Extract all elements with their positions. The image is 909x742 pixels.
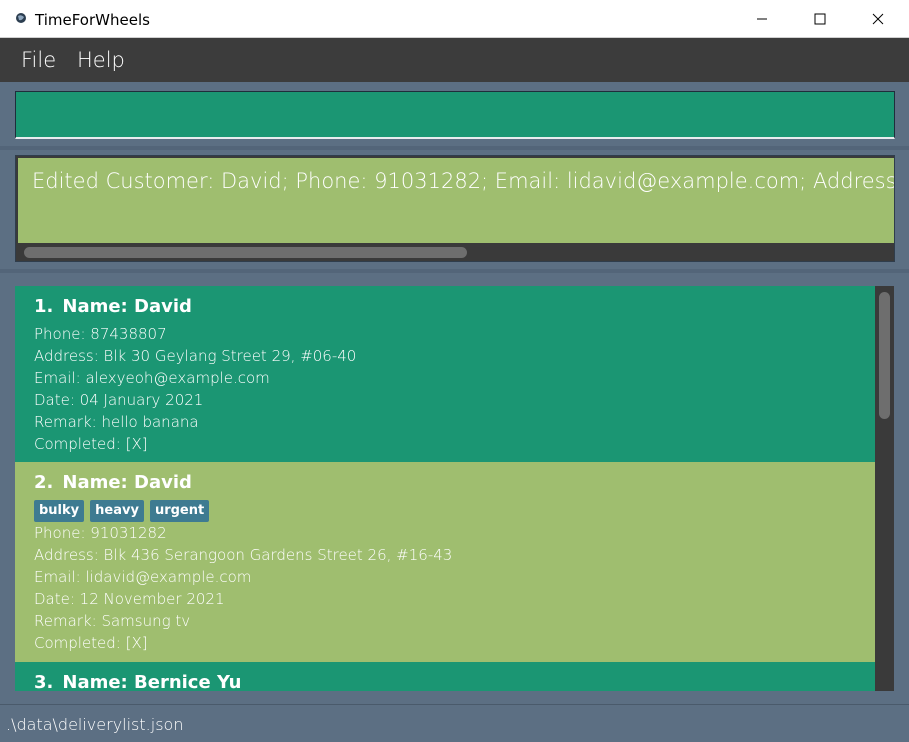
- close-icon: [872, 13, 884, 25]
- title-bar: TimeForWheels: [0, 0, 909, 38]
- card-completed: Completed: [X]: [34, 435, 148, 453]
- card-phone: Phone: 87438807: [34, 325, 167, 343]
- card-address: Address: Blk 436 Serangoon Gardens Stree…: [34, 546, 453, 564]
- tag-badge: bulky: [34, 500, 85, 522]
- minimize-icon: [757, 18, 767, 20]
- horizontal-scroll-thumb[interactable]: [24, 247, 467, 258]
- card-phone: Phone: 91031282: [34, 524, 167, 542]
- card-completed: Completed: [X]: [34, 634, 148, 652]
- card-date: Date: 12 November 2021: [34, 590, 225, 608]
- list-item[interactable]: 2. Name: David bulky heavy urgent Phone: …: [15, 462, 875, 662]
- card-email: Email: lidavid@example.com: [34, 568, 252, 586]
- close-button[interactable]: [849, 0, 907, 38]
- card-remark: Remark: hello banana: [34, 413, 199, 431]
- menu-file[interactable]: File: [21, 48, 56, 72]
- card-name: Name: David: [62, 472, 192, 493]
- card-index: 2.: [34, 472, 54, 493]
- list-item[interactable]: 3. Name: Bernice Yu: [15, 662, 875, 691]
- card-title: 1. Name: David: [34, 296, 192, 317]
- result-display-panel: Edited Customer: David; Phone: 91031282;…: [15, 155, 895, 262]
- maximize-icon: [814, 13, 826, 25]
- status-bar: .\data\deliverylist.json: [0, 704, 909, 742]
- delivery-list-viewport: 1. Name: David Phone: 87438807 Address: B…: [15, 286, 875, 691]
- card-title: 2. Name: David: [34, 472, 192, 493]
- horizontal-scrollbar[interactable]: [18, 243, 894, 261]
- vertical-scrollbar[interactable]: [875, 286, 894, 691]
- data-file-path: .\data\deliverylist.json: [6, 715, 184, 734]
- card-remark: Remark: Samsung tv: [34, 612, 191, 630]
- command-input[interactable]: [15, 91, 895, 139]
- maximize-button[interactable]: [791, 0, 849, 38]
- delivery-list: 1. Name: David Phone: 87438807 Address: B…: [15, 286, 894, 691]
- card-name: Name: Bernice Yu: [62, 672, 242, 691]
- app-logo-icon: [16, 13, 26, 23]
- panel-divider: [0, 146, 909, 150]
- card-index: 3.: [34, 672, 54, 691]
- card-address: Address: Blk 30 Geylang Street 29, #06-4…: [34, 347, 357, 365]
- card-name: Name: David: [62, 296, 192, 317]
- tag-badge: heavy: [90, 500, 144, 522]
- card-email: Email: alexyeoh@example.com: [34, 369, 270, 387]
- menu-bar: File Help: [0, 38, 909, 82]
- menu-help[interactable]: Help: [77, 48, 125, 72]
- minimize-button[interactable]: [733, 0, 791, 38]
- tag-badge: urgent: [149, 500, 210, 522]
- result-display: Edited Customer: David; Phone: 91031282;…: [18, 158, 894, 243]
- list-item[interactable]: 1. Name: David Phone: 87438807 Address: B…: [15, 286, 875, 462]
- panel-divider: [0, 269, 909, 273]
- window-title: TimeForWheels: [35, 11, 150, 29]
- vertical-scroll-thumb[interactable]: [879, 292, 890, 419]
- card-index: 1.: [34, 296, 54, 317]
- card-date: Date: 04 January 2021: [34, 391, 204, 409]
- tag-list: bulky heavy urgent: [34, 500, 210, 522]
- result-message: Edited Customer: David; Phone: 91031282;…: [32, 169, 894, 193]
- card-title: 3. Name: Bernice Yu: [34, 672, 242, 691]
